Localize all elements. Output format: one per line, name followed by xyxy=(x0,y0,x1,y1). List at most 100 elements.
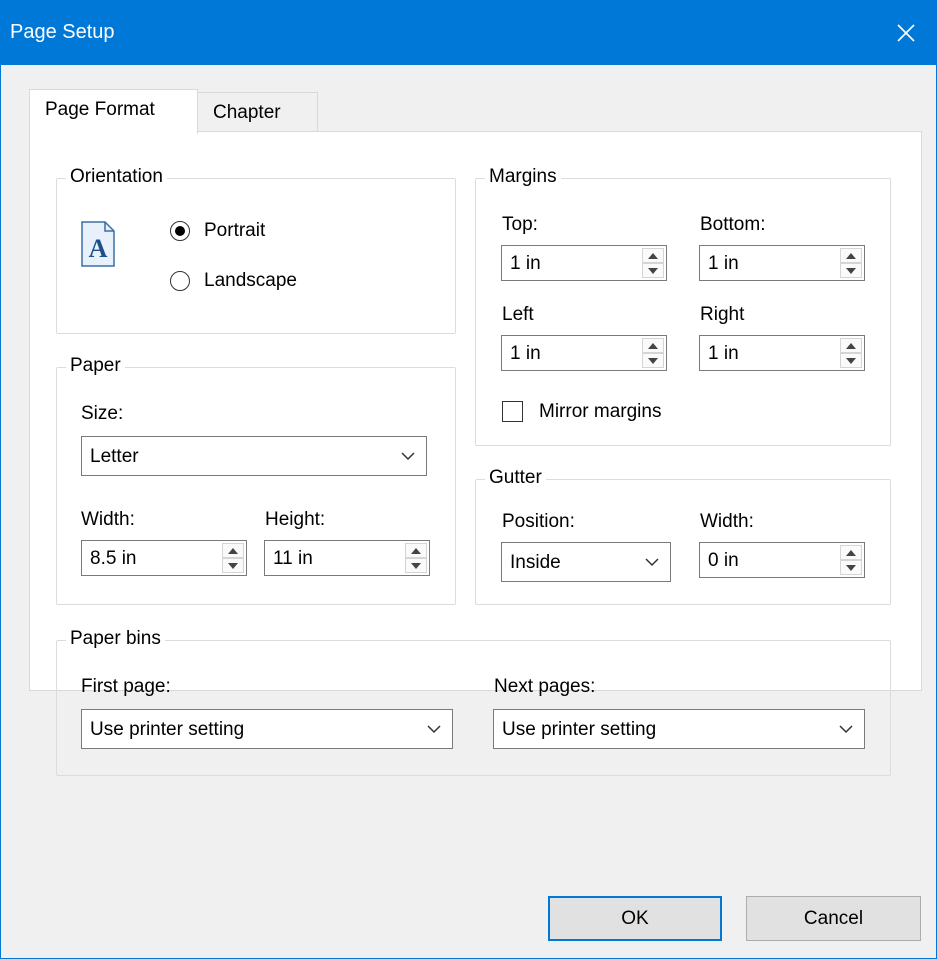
right-margin-up-button[interactable] xyxy=(840,338,862,353)
right-margin-down-button[interactable] xyxy=(840,353,862,368)
cancel-button[interactable]: Cancel xyxy=(746,896,921,941)
bottom-margin-up-button[interactable] xyxy=(840,248,862,263)
top-margin-spinner[interactable]: 1 in xyxy=(501,245,667,281)
arrow-up-icon xyxy=(846,549,856,556)
paper-width-label: Width: xyxy=(81,509,135,530)
arrow-up-icon xyxy=(648,342,658,349)
page-icon-letter: A xyxy=(89,234,108,263)
close-button[interactable] xyxy=(876,1,936,65)
bottom-margin-value[interactable]: 1 in xyxy=(708,252,739,276)
next-pages-bin-value: Use printer setting xyxy=(502,719,657,740)
paper-width-up-button[interactable] xyxy=(222,543,244,558)
paper-legend: Paper xyxy=(66,354,125,378)
paper-group: Paper Size: Letter Width: 8.5 in Height:… xyxy=(56,354,456,605)
arrow-up-icon xyxy=(228,547,238,554)
left-margin-spinner[interactable]: 1 in xyxy=(501,335,667,371)
paper-size-select[interactable]: Letter xyxy=(81,436,427,476)
gutter-position-value: Inside xyxy=(510,552,561,573)
right-margin-spinner[interactable]: 1 in xyxy=(699,335,865,371)
orientation-group: Orientation A Portrait Landscape xyxy=(56,165,456,334)
arrow-down-icon xyxy=(228,562,238,569)
paper-height-value[interactable]: 11 in xyxy=(273,547,313,571)
left-margin-value[interactable]: 1 in xyxy=(510,342,541,366)
arrow-up-icon xyxy=(411,547,421,554)
window-title: Page Setup xyxy=(10,21,115,43)
left-margin-label: Left xyxy=(502,304,534,325)
tab-chapter-label: Chapter xyxy=(213,102,281,123)
paper-width-arrows xyxy=(222,543,244,573)
gutter-legend: Gutter xyxy=(485,466,546,490)
paper-height-up-button[interactable] xyxy=(405,543,427,558)
paper-bins-group: Paper bins First page: Use printer setti… xyxy=(56,627,891,776)
left-margin-down-button[interactable] xyxy=(642,353,664,368)
gutter-width-spinner[interactable]: 0 in xyxy=(699,542,865,578)
paper-bins-legend: Paper bins xyxy=(66,627,165,651)
paper-height-arrows xyxy=(405,543,427,573)
mirror-margins-label[interactable]: Mirror margins xyxy=(539,400,661,424)
chevron-down-icon xyxy=(401,452,415,461)
first-page-bin-value: Use printer setting xyxy=(90,719,245,740)
arrow-down-icon xyxy=(846,564,856,571)
arrow-up-icon xyxy=(846,342,856,349)
right-margin-value[interactable]: 1 in xyxy=(708,342,739,366)
bottom-margin-spinner[interactable]: 1 in xyxy=(699,245,865,281)
gutter-position-select[interactable]: Inside xyxy=(501,542,671,582)
close-icon xyxy=(897,24,915,42)
margins-group: Margins Top: 1 in Bottom: 1 in Left 1 in xyxy=(475,165,891,446)
paper-width-value[interactable]: 8.5 in xyxy=(90,547,136,571)
paper-size-value: Letter xyxy=(90,446,139,467)
gutter-width-label: Width: xyxy=(700,511,754,532)
mirror-margins-checkbox[interactable] xyxy=(502,401,523,422)
portrait-radio[interactable] xyxy=(170,221,190,241)
right-margin-label: Right xyxy=(700,304,745,325)
left-margin-arrows xyxy=(642,338,664,368)
ok-button[interactable]: OK xyxy=(548,896,722,941)
arrow-up-icon xyxy=(846,252,856,259)
paper-width-down-button[interactable] xyxy=(222,558,244,573)
bottom-margin-down-button[interactable] xyxy=(840,263,862,278)
paper-height-down-button[interactable] xyxy=(405,558,427,573)
ok-button-label: OK xyxy=(621,907,649,929)
paper-width-spinner[interactable]: 8.5 in xyxy=(81,540,247,576)
top-margin-up-button[interactable] xyxy=(642,248,664,263)
portrait-page-icon: A xyxy=(81,221,115,267)
left-margin-up-button[interactable] xyxy=(642,338,664,353)
arrow-down-icon xyxy=(648,357,658,364)
bottom-margin-arrows xyxy=(840,248,862,278)
landscape-label[interactable]: Landscape xyxy=(204,269,297,293)
tab-panel: Orientation A Portrait Landscape Margins… xyxy=(29,131,922,776)
arrow-down-icon xyxy=(846,267,856,274)
chevron-down-icon xyxy=(645,558,659,567)
arrow-down-icon xyxy=(846,357,856,364)
landscape-radio[interactable] xyxy=(170,271,190,291)
top-margin-value[interactable]: 1 in xyxy=(510,252,541,276)
first-page-bin-select[interactable]: Use printer setting xyxy=(81,709,453,749)
paper-height-label: Height: xyxy=(265,509,326,530)
top-margin-down-button[interactable] xyxy=(642,263,664,278)
next-pages-label: Next pages: xyxy=(494,676,596,697)
first-page-label: First page: xyxy=(81,676,171,697)
paper-height-spinner[interactable]: 11 in xyxy=(264,540,430,576)
margins-legend: Margins xyxy=(485,165,561,189)
arrow-down-icon xyxy=(648,267,658,274)
chevron-down-icon xyxy=(427,725,441,734)
arrow-down-icon xyxy=(411,562,421,569)
gutter-width-arrows xyxy=(840,545,862,575)
right-margin-arrows xyxy=(840,338,862,368)
portrait-label[interactable]: Portrait xyxy=(204,219,265,243)
tab-page-format-label: Page Format xyxy=(45,99,155,120)
cancel-button-label: Cancel xyxy=(803,907,864,929)
tab-chapter[interactable]: Chapter xyxy=(197,92,318,134)
size-label: Size: xyxy=(81,403,124,424)
next-pages-bin-select[interactable]: Use printer setting xyxy=(493,709,865,749)
title-bar[interactable]: Page Setup xyxy=(1,1,936,65)
page-setup-dialog: Page Setup Page Format Chapter Orientati… xyxy=(0,0,937,959)
gutter-width-down-button[interactable] xyxy=(840,560,862,575)
gutter-position-label: Position: xyxy=(502,511,575,532)
orientation-legend: Orientation xyxy=(66,165,167,189)
top-margin-label: Top: xyxy=(502,214,538,235)
gutter-width-value[interactable]: 0 in xyxy=(708,549,739,573)
tab-page-format[interactable]: Page Format xyxy=(29,89,198,134)
gutter-group: Gutter Position: Inside Width: 0 in xyxy=(475,466,891,605)
gutter-width-up-button[interactable] xyxy=(840,545,862,560)
